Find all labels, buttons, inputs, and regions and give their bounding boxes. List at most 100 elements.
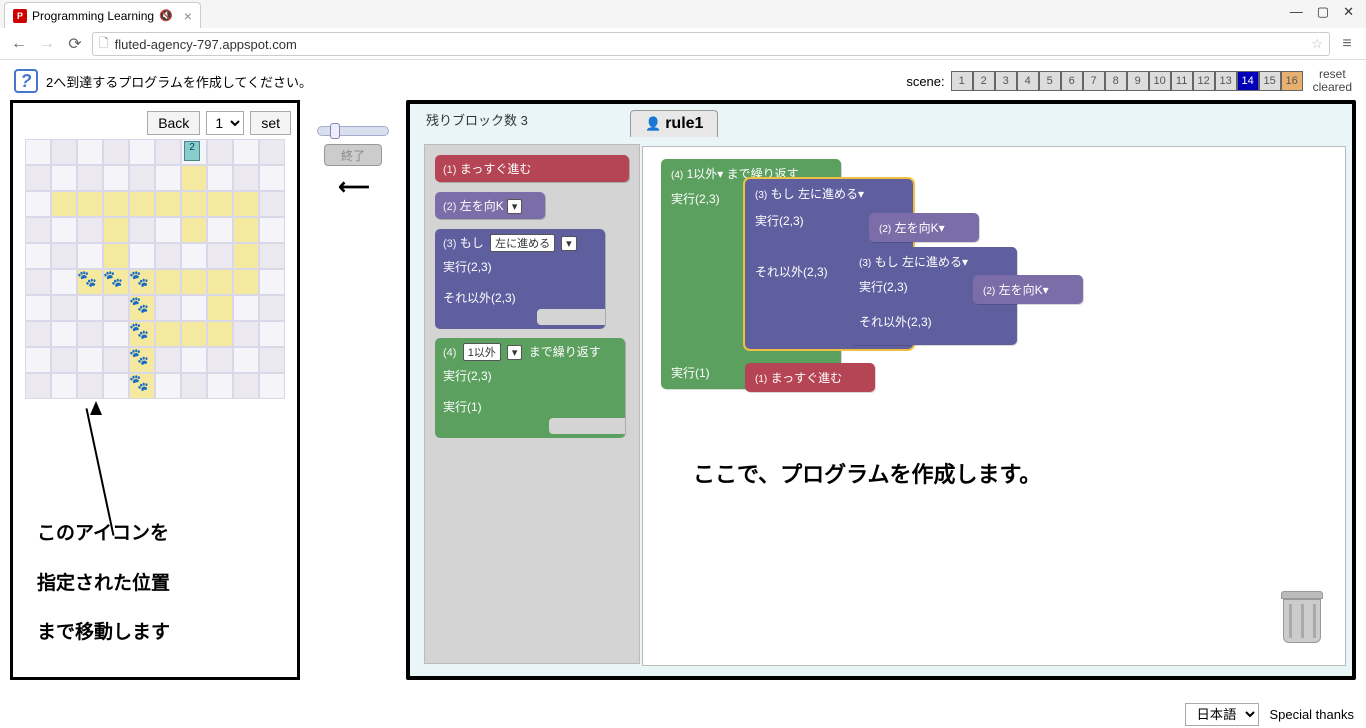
block-turn-left[interactable]: (2) 左を向K▾ xyxy=(435,192,545,219)
browser-menu-icon[interactable]: ≡ xyxy=(1336,33,1358,55)
maze-cell xyxy=(77,165,103,191)
maze-cell xyxy=(207,243,233,269)
back-button[interactable]: Back xyxy=(147,111,200,135)
scene-cell-2[interactable]: 2 xyxy=(973,71,995,91)
maze-cell xyxy=(77,217,103,243)
maze-cell xyxy=(233,347,259,373)
canvas-block-turn-left[interactable]: (2) 左を向K▾ xyxy=(973,275,1083,304)
maze-cell xyxy=(259,347,285,373)
arrow-icon xyxy=(90,401,102,415)
block-forward[interactable]: (1) まっすぐ進む xyxy=(435,155,629,182)
nav-reload-button[interactable]: ⟳ xyxy=(64,33,86,55)
maze-cell xyxy=(207,347,233,373)
maze-cell xyxy=(25,191,51,217)
maze-cell xyxy=(207,139,233,165)
maze-cell xyxy=(155,165,181,191)
browser-tab[interactable]: P Programming Learning 🔇 × xyxy=(4,2,201,28)
count-select[interactable]: 1 xyxy=(206,111,244,135)
maze-cell xyxy=(51,217,77,243)
maze-cell xyxy=(51,269,77,295)
maze-cell xyxy=(25,217,51,243)
url-field[interactable]: 🗋 fluted-agency-797.appspot.com ☆ xyxy=(92,32,1330,56)
scene-cell-10[interactable]: 10 xyxy=(1149,71,1171,91)
mute-icon[interactable]: 🔇 xyxy=(159,9,173,22)
scene-cell-4[interactable]: 4 xyxy=(1017,71,1039,91)
maze-cell xyxy=(181,191,207,217)
paw-icon: 🐾 xyxy=(129,347,149,367)
maze-cell xyxy=(155,321,181,347)
maze-cell xyxy=(129,243,155,269)
maze-cell xyxy=(155,243,181,269)
maze-cell xyxy=(103,321,129,347)
maze-cell xyxy=(207,321,233,347)
maze-cell xyxy=(129,139,155,165)
maze-cell xyxy=(25,347,51,373)
end-button[interactable]: 終了 xyxy=(324,144,382,166)
maze-cell xyxy=(25,165,51,191)
maze-cell xyxy=(181,243,207,269)
maze-cell xyxy=(25,269,51,295)
maze-cell xyxy=(25,139,51,165)
maze-cell xyxy=(155,269,181,295)
maze-cell xyxy=(259,217,285,243)
trash-icon[interactable] xyxy=(1277,591,1327,651)
maze-cell xyxy=(129,217,155,243)
maze-cell xyxy=(259,165,285,191)
scene-cell-16[interactable]: 16 xyxy=(1281,71,1303,91)
set-button[interactable]: set xyxy=(250,111,291,135)
maze-cell xyxy=(51,165,77,191)
window-close-icon[interactable]: ✕ xyxy=(1343,4,1354,20)
nav-back-button[interactable]: ← xyxy=(8,33,30,55)
language-select[interactable]: 日本語 xyxy=(1185,703,1259,726)
scene-cell-6[interactable]: 6 xyxy=(1061,71,1083,91)
maze-cell xyxy=(51,243,77,269)
block-repeat[interactable]: (4) 1以外▾ まで繰り返す 実行(2,3) 実行(1) xyxy=(435,338,625,437)
maze-cell xyxy=(207,191,233,217)
page-icon: 🗋 xyxy=(99,34,109,55)
remaining-blocks-label: 残りブロック数 3 xyxy=(426,110,528,129)
canvas-block-turn-left[interactable]: (2) 左を向K▾ xyxy=(869,213,979,242)
speed-slider[interactable] xyxy=(317,126,389,136)
scene-cell-1[interactable]: 1 xyxy=(951,71,973,91)
scene-cell-12[interactable]: 12 xyxy=(1193,71,1215,91)
window-maximize-icon[interactable]: ▢ xyxy=(1317,4,1329,20)
maze-cell xyxy=(259,269,285,295)
bookmark-star-icon[interactable]: ☆ xyxy=(1311,36,1323,52)
program-canvas[interactable]: (4) 1以外▾ まで繰り返す 実行(2,3) 実行(1) (3) もし 左に進… xyxy=(642,146,1346,666)
scene-cell-7[interactable]: 7 xyxy=(1083,71,1105,91)
cleared-label: cleared xyxy=(1313,81,1352,94)
scene-selector: 12345678910111213141516 xyxy=(951,71,1303,91)
maze-cell xyxy=(51,191,77,217)
nav-forward-button[interactable]: → xyxy=(36,33,58,55)
maze-cell xyxy=(25,243,51,269)
scene-cell-14[interactable]: 14 xyxy=(1237,71,1259,91)
maze-cell xyxy=(51,139,77,165)
scene-cell-8[interactable]: 8 xyxy=(1105,71,1127,91)
url-text: fluted-agency-797.appspot.com xyxy=(115,37,297,52)
maze-cell xyxy=(207,165,233,191)
block-palette: (1) まっすぐ進む (2) 左を向K▾ (3) もし 左に進める▾ 実行(2,… xyxy=(424,144,640,664)
close-tab-icon[interactable]: × xyxy=(184,8,192,24)
maze-cell xyxy=(233,165,259,191)
block-if[interactable]: (3) もし 左に進める▾ 実行(2,3) それ以外(2,3) xyxy=(435,229,605,328)
maze-cell xyxy=(259,191,285,217)
scene-cell-13[interactable]: 13 xyxy=(1215,71,1237,91)
scene-cell-5[interactable]: 5 xyxy=(1039,71,1061,91)
help-icon[interactable]: ? xyxy=(14,69,38,93)
maze-cell xyxy=(259,321,285,347)
scene-cell-11[interactable]: 11 xyxy=(1171,71,1193,91)
scene-cell-3[interactable]: 3 xyxy=(995,71,1017,91)
maze-cell xyxy=(51,321,77,347)
maze-cell xyxy=(103,165,129,191)
scene-cell-15[interactable]: 15 xyxy=(1259,71,1281,91)
maze-cell xyxy=(233,295,259,321)
maze-cell xyxy=(155,295,181,321)
maze-cell xyxy=(233,217,259,243)
goal-marker: 2 xyxy=(184,141,200,161)
rule-tab[interactable]: 👤 rule1 xyxy=(630,110,718,137)
window-minimize-icon[interactable]: — xyxy=(1290,4,1303,20)
canvas-block-forward[interactable]: (1) まっすぐ進む xyxy=(745,363,875,392)
maze-cell xyxy=(25,321,51,347)
scene-cell-9[interactable]: 9 xyxy=(1127,71,1149,91)
special-thanks-link[interactable]: Special thanks xyxy=(1269,707,1354,722)
